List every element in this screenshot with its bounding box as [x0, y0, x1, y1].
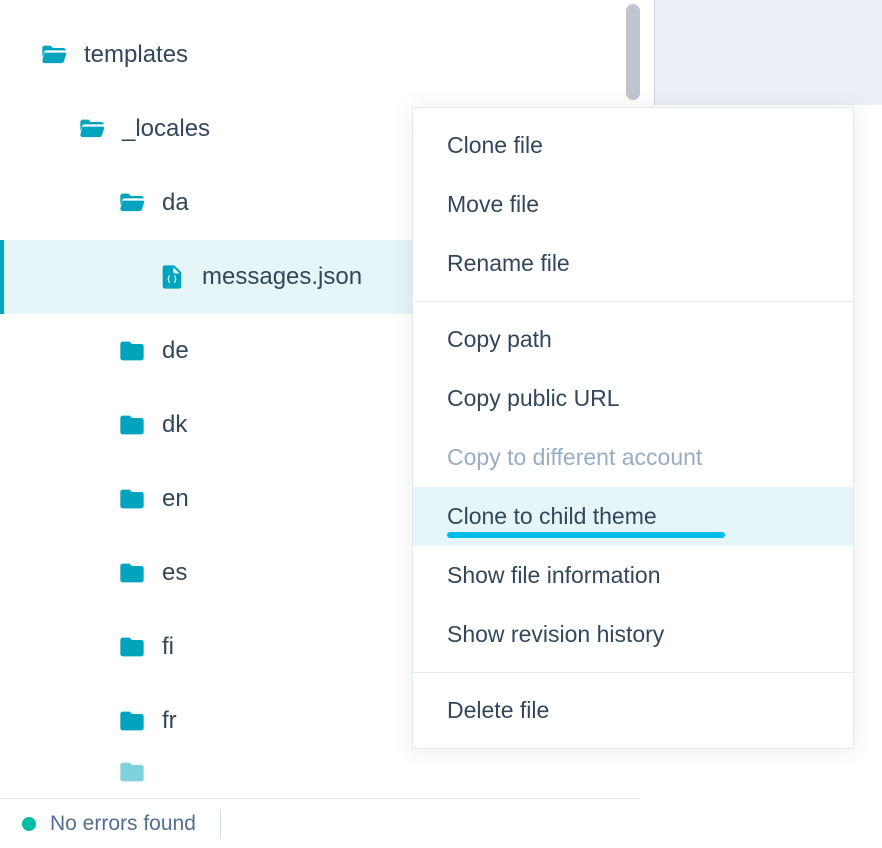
- menu-item-label: Show file information: [447, 562, 661, 588]
- code-file-icon: [158, 263, 186, 291]
- tree-item-label: fr: [162, 707, 177, 735]
- folder-icon: [118, 633, 146, 661]
- folder-open-icon: [78, 115, 106, 143]
- menu-copy-to-different-account: Copy to different account: [413, 428, 853, 487]
- menu-item-label: Show revision history: [447, 621, 664, 647]
- menu-rename-file[interactable]: Rename file: [413, 234, 853, 293]
- menu-copy-path[interactable]: Copy path: [413, 310, 853, 369]
- tree-item-label: de: [162, 337, 189, 365]
- menu-show-revision-history[interactable]: Show revision history: [413, 605, 853, 664]
- tree-item-label: da: [162, 189, 189, 217]
- folder-icon: [118, 707, 146, 735]
- editor-pane: [654, 0, 882, 105]
- tree-item-label: _locales: [122, 115, 210, 143]
- folder-icon: [118, 559, 146, 587]
- folder-icon: [118, 758, 146, 786]
- folder-icon: [118, 411, 146, 439]
- menu-item-label: Rename file: [447, 250, 570, 276]
- highlight-underline: [447, 532, 725, 538]
- scrollbar[interactable]: [626, 4, 640, 100]
- status-divider: [220, 809, 221, 839]
- menu-item-label: Copy to different account: [447, 444, 702, 470]
- folder-icon: [118, 337, 146, 365]
- menu-move-file[interactable]: Move file: [413, 175, 853, 234]
- menu-item-label: Copy public URL: [447, 385, 620, 411]
- menu-clone-file[interactable]: Clone file: [413, 116, 853, 175]
- menu-delete-file[interactable]: Delete file: [413, 681, 853, 740]
- menu-copy-public-url[interactable]: Copy public URL: [413, 369, 853, 428]
- tree-item-partial[interactable]: [0, 758, 640, 798]
- status-text: No errors found: [50, 812, 196, 836]
- menu-item-label: Clone file: [447, 132, 543, 158]
- tree-item-templates[interactable]: templates: [0, 18, 640, 92]
- context-menu: Clone file Move file Rename file Copy pa…: [412, 107, 854, 749]
- menu-clone-to-child-theme[interactable]: Clone to child theme: [413, 487, 853, 546]
- folder-icon: [118, 485, 146, 513]
- menu-item-label: Copy path: [447, 326, 552, 352]
- tree-item-label: messages.json: [202, 263, 362, 291]
- menu-item-label: Delete file: [447, 697, 549, 723]
- menu-show-file-information[interactable]: Show file information: [413, 546, 853, 605]
- status-bar: No errors found: [0, 798, 640, 848]
- folder-open-icon: [118, 189, 146, 217]
- tree-item-label: fi: [162, 633, 174, 661]
- folder-open-icon: [40, 41, 68, 69]
- tree-item-label: dk: [162, 411, 187, 439]
- menu-item-label: Move file: [447, 191, 539, 217]
- tree-item-label: es: [162, 559, 187, 587]
- tree-item-label: en: [162, 485, 189, 513]
- status-dot-icon: [22, 817, 36, 831]
- menu-item-label: Clone to child theme: [447, 503, 657, 529]
- tree-item-label: templates: [84, 41, 188, 69]
